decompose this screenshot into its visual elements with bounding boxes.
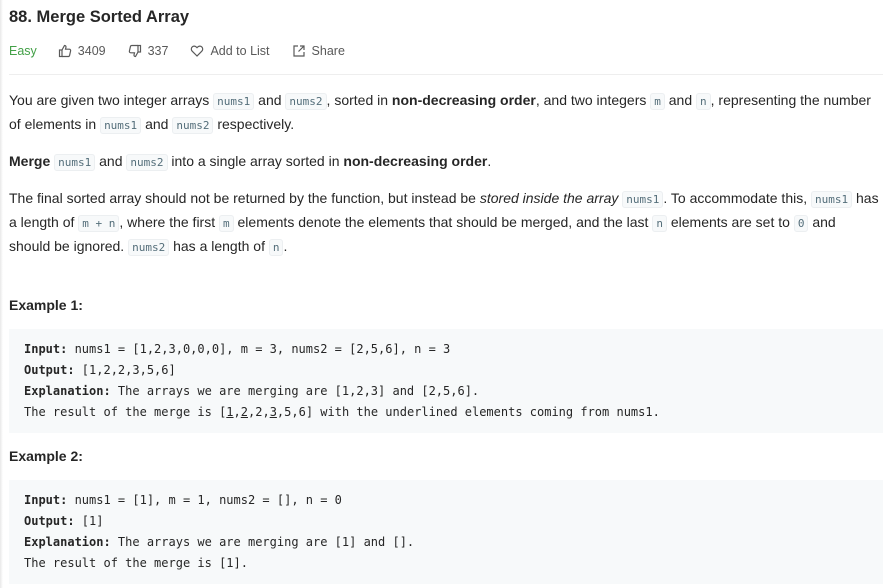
inline-code: nums2 [172, 117, 214, 134]
text: respectively. [213, 116, 295, 132]
like-count: 3409 [77, 44, 106, 58]
description-paragraph-3: The final sorted array should not be ret… [9, 187, 879, 259]
text: elements are set to [666, 214, 794, 230]
left-edge-shadow [0, 0, 3, 588]
example-1-block: Input: nums1 = [1,2,3,0,0,0], m = 3, num… [9, 329, 883, 433]
share-icon [292, 45, 305, 57]
text: , where the first [119, 214, 219, 230]
text: . [487, 153, 492, 169]
heart-icon [191, 45, 204, 57]
inline-code: m + n [78, 215, 120, 232]
add-to-list-button[interactable]: Add to List [190, 44, 270, 58]
example-2-block: Input: nums1 = [1], m = 1, nums2 = [], n… [9, 480, 883, 584]
inline-code: nums2 [285, 93, 327, 110]
explanation-value: The arrays we are merging are [1] and []… [110, 535, 415, 549]
explanation-label: Explanation: [24, 384, 111, 398]
problem-page: 88. Merge Sorted Array Easy 3409 337 Add… [0, 0, 886, 588]
text: and [95, 153, 127, 169]
output-label: Output: [24, 514, 75, 528]
problem-title: 88. Merge Sorted Array [9, 8, 190, 26]
example-1-title: Example 1: [9, 297, 83, 313]
result-sep: ,2, [248, 405, 270, 419]
inline-code: nums1 [54, 154, 96, 171]
inline-code: nums1 [100, 117, 142, 134]
inline-code: m [219, 215, 234, 232]
share-button[interactable]: Share [292, 44, 345, 58]
inline-code: nums1 [811, 191, 853, 208]
add-to-list-label: Add to List [210, 44, 270, 58]
text: , and two integers [535, 92, 651, 108]
example-2-title: Example 2: [9, 448, 83, 464]
inline-code: nums1 [213, 93, 255, 110]
underlined-element: 2 [240, 405, 248, 419]
output-value: [1,2,2,3,5,6] [74, 363, 176, 377]
input-label: Input: [24, 493, 68, 507]
description-paragraph-1: You are given two integer arrays nums1 a… [9, 89, 879, 137]
input-value: nums1 = [1], m = 1, nums2 = [], n = 0 [67, 493, 342, 507]
text: elements denote the elements that should… [233, 214, 653, 230]
underlined-element: 1 [226, 405, 234, 419]
text: You are given two integer arrays [9, 92, 214, 108]
explanation-label: Explanation: [24, 535, 111, 549]
italic-text: stored inside the array [479, 190, 619, 206]
inline-code: m [650, 93, 665, 110]
result-prefix: The result of the merge is [ [24, 405, 227, 419]
output-value: [1] [74, 514, 104, 528]
input-label: Input: [24, 342, 68, 356]
inline-code: 0 [793, 215, 809, 232]
thumbs-down-icon [128, 44, 141, 58]
text: . To accommodate this, [663, 190, 811, 206]
thumbs-up-icon [58, 44, 72, 58]
text: and [664, 92, 697, 108]
description-paragraph-2: Merge nums1 and nums2 into a single arra… [9, 150, 879, 174]
text: The final sorted array should not be ret… [9, 190, 480, 206]
inline-code: nums1 [622, 191, 664, 208]
dislike-count: 337 [147, 44, 169, 58]
inline-code: nums2 [128, 239, 170, 256]
result-suffix: ,5,6] with the underlined elements comin… [276, 405, 660, 419]
result-sep: , [233, 405, 241, 419]
text: , sorted in [326, 92, 392, 108]
output-label: Output: [24, 363, 75, 377]
text: . [283, 238, 288, 254]
inline-code: nums2 [126, 154, 168, 171]
result-value: The result of the merge is [1]. [24, 556, 248, 570]
text: has a length of [169, 238, 269, 254]
difficulty-badge: Easy [9, 44, 37, 58]
bold-text: non-decreasing order [343, 153, 488, 169]
input-value: nums1 = [1,2,3,0,0,0], m = 3, nums2 = [2… [67, 342, 451, 356]
inline-code: n [696, 93, 711, 110]
problem-description: You are given two integer arrays nums1 a… [9, 89, 879, 272]
bold-text: non-decreasing order [391, 92, 536, 108]
underlined-element: 3 [269, 405, 277, 419]
text: and [141, 116, 173, 132]
inline-code: n [268, 239, 284, 256]
like-button[interactable]: 3409 [58, 44, 106, 58]
explanation-value: The arrays we are merging are [1,2,3] an… [110, 384, 480, 398]
text: and [254, 92, 286, 108]
dislike-button[interactable]: 337 [128, 44, 169, 58]
header-divider [9, 74, 883, 75]
problem-meta-bar: Easy 3409 337 Add to List Share [9, 42, 367, 60]
inline-code: n [652, 215, 667, 232]
text: into a single array sorted in [167, 153, 344, 169]
bold-text: Merge [9, 153, 51, 169]
share-label: Share [311, 44, 345, 58]
